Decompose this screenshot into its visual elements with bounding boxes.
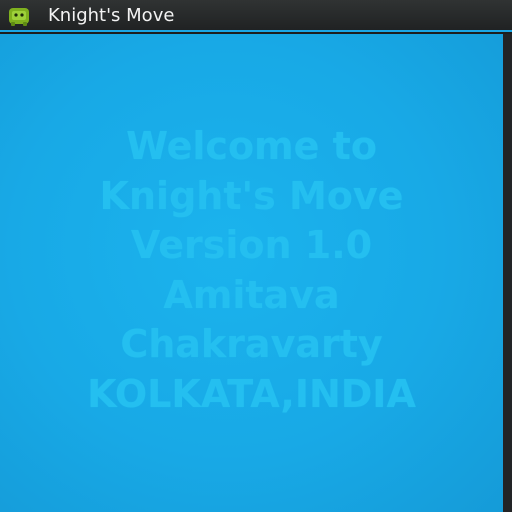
android-app-icon[interactable] (8, 5, 30, 27)
welcome-line: Amitava (163, 272, 340, 317)
welcome-line: Knight's Move (99, 173, 404, 218)
welcome-line: Version 1.0 (130, 223, 373, 267)
welcome-text: Welcome to Knight's Move Version 1.0 Ami… (0, 122, 503, 419)
welcome-line: Welcome to (126, 124, 377, 168)
screen-edge (503, 34, 512, 512)
main-content: Welcome to Knight's Move Version 1.0 Ami… (0, 34, 503, 512)
action-bar: Knight's Move (0, 0, 512, 32)
welcome-line: KOLKATA,INDIA (87, 371, 416, 416)
welcome-line: Chakravarty (120, 322, 383, 366)
app-title: Knight's Move (48, 5, 175, 26)
